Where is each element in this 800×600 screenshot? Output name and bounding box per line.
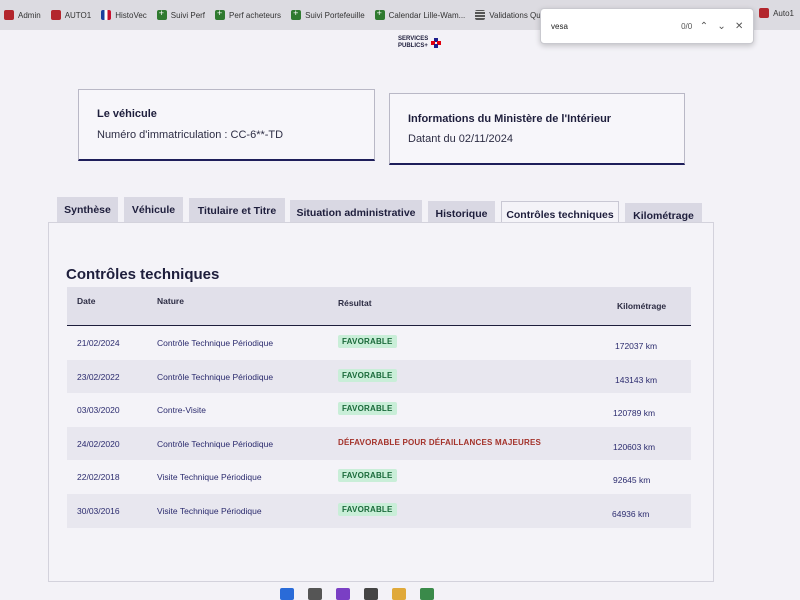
calculator-icon[interactable] [364,588,378,600]
folder-icon[interactable] [392,588,406,600]
section-title: Contrôles techniques [66,266,220,283]
find-close-button[interactable]: ✕ [733,21,745,32]
bookmark-green-icon [156,8,167,20]
cell-mileage: 120789 km [613,408,656,419]
search-icon[interactable] [308,588,322,600]
bookmark-green-icon [291,8,302,20]
cell-nature: Contrôle Technique Périodique [157,371,274,382]
cell-date: 22/02/2018 [77,472,120,483]
status-badge: FAVORABLE [338,368,397,382]
vehicle-card: Le véhicule Numéro d'immatriculation : C… [78,89,375,161]
table-row: 22/02/2018 Visite Technique Périodique FAV… [67,460,691,494]
cell-date: 30/03/2016 [77,505,120,516]
status-badge: FAVORABLE [338,402,397,416]
status-badge: FAVORABLE [338,502,397,516]
vehicle-card-title: Le véhicule [97,108,157,120]
cell-mileage: 64936 km [612,508,650,519]
bookmark-item[interactable]: Admin [4,10,41,20]
table-row: 24/02/2020 Contrôle Technique Périodique D… [67,426,691,461]
cell-mileage: 172037 km [615,341,658,351]
bookmark-item[interactable]: Suivi Perf [156,8,206,20]
status-badge: FAVORABLE [338,335,397,348]
table-row: 03/03/2020 Contre-Visite FAVORABLE 120789 k… [67,393,691,427]
cell-nature: Visite Technique Périodique [157,472,262,483]
cell-mileage: 92645 km [613,475,651,486]
find-previous-button[interactable]: ⌃ [698,21,710,32]
logo-text: SERVICES PUBLICS+ [398,36,429,49]
taskbar [280,588,434,600]
app-icon[interactable] [336,588,350,600]
cell-mileage: 120603 km [613,441,656,452]
registration-number: Numéro d'immatriculation : CC-6**-TD [97,129,284,141]
bookmark-green-icon [374,8,385,20]
bookmark-red-icon [4,10,14,20]
bookmark-flag-icon [101,10,112,20]
inspections-table: Date Nature Résultat Kilométrage 21/02/2… [67,287,691,528]
services-publics-logo[interactable]: SERVICES PUBLICS+ [398,36,442,50]
cell-date: 23/02/2022 [77,371,120,382]
cell-date: 24/02/2020 [77,438,120,449]
bookmark-item[interactable]: Perf acheteurs [215,8,282,20]
table-row: 21/02/2024 Contrôle Technique Périodique F… [67,326,691,360]
table-body: 21/02/2024 Contrôle Technique Périodique F… [67,326,691,528]
table-row: 23/02/2022 Contrôle Technique Périodique F… [67,359,691,394]
tab-vehicule[interactable]: Véhicule [124,197,183,222]
chevron-up-icon: ⌃ [699,20,709,32]
table-row: 30/03/2016 Visite Technique Périodique FAV… [67,493,691,528]
logo-cross-icon [431,38,442,48]
find-bar: 0/0 ⌃ ⌄ ✕ [540,8,754,44]
auto1-icon [759,8,770,18]
bookmark-red-icon [50,10,61,20]
tab-titulaire-et-titre[interactable]: Titulaire et Titre [189,198,285,223]
find-match-count: 0/0 [681,21,693,31]
cell-nature: Visite Technique Périodique [157,505,262,516]
bookmark-label: AUTO1 [64,10,92,20]
bookmark-grid-icon [475,10,486,20]
bookmark-item[interactable]: AUTO1 [50,10,92,20]
find-input[interactable] [549,20,663,32]
bookmark-label: Perf acheteurs [229,10,282,20]
bookmark-label: Suivi Portefeuille [305,10,365,20]
ministry-card-title: Informations du Ministère de l'Intérieur [408,113,612,125]
bookmark-auto1[interactable]: Auto1 [759,8,794,18]
close-icon: ✕ [734,20,744,32]
start-icon[interactable] [280,588,294,600]
tab-synthese[interactable]: Synthèse [57,197,118,222]
ministry-date: Datant du 02/11/2024 [408,133,513,145]
cell-date: 21/02/2024 [77,338,120,348]
header-mileage: Kilométrage [617,301,667,311]
table-header: Date Nature Résultat Kilométrage [67,287,691,326]
bookmark-item[interactable]: Suivi Portefeuille [291,8,365,20]
bookmark-label: Calendar Lille-Wam... [388,10,466,20]
cell-mileage: 143143 km [615,374,658,385]
find-next-button[interactable]: ⌄ [716,21,728,32]
header-nature: Nature [157,296,184,306]
cell-nature: Contrôle Technique Périodique [157,438,274,449]
cell-date: 03/03/2020 [77,405,120,416]
ministry-card: Informations du Ministère de l'Intérieur… [389,93,685,165]
cell-nature: Contre-Visite [157,405,206,416]
bookmark-item[interactable]: Calendar Lille-Wam... [374,8,466,20]
header-date: Date [77,296,96,306]
bookmark-label: Auto1 [773,8,794,18]
chevron-down-icon: ⌄ [717,20,726,32]
cell-nature: Contrôle Technique Périodique [157,338,274,348]
bookmark-green-icon [215,8,226,20]
status-badge: FAVORABLE [338,469,397,483]
bookmark-item[interactable]: HistoVec [101,10,147,20]
status-badge: DÉFAVORABLE POUR DÉFAILLANCES MAJEURES [338,437,542,447]
browser-icon[interactable] [420,588,434,600]
bookmark-label: Suivi Perf [170,10,206,20]
bookmark-label: HistoVec [115,10,147,20]
header-result: Résultat [338,298,372,308]
bookmark-label: Admin [18,10,41,20]
